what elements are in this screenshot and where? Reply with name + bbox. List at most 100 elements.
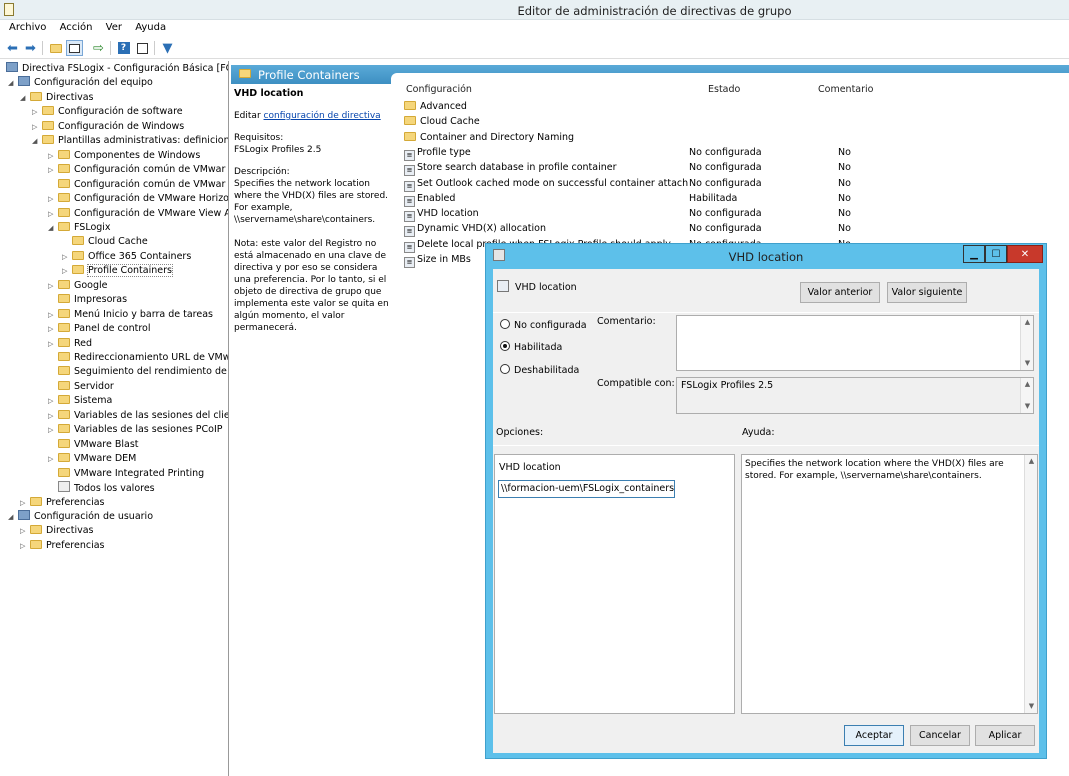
vhd-location-input[interactable]: \\formacion-uem\FSLogix_containers (498, 480, 675, 498)
expand-arrow-icon[interactable]: ▷ (62, 250, 70, 264)
tree-item[interactable]: ▷ Red (48, 337, 92, 351)
tree-item[interactable]: Directiva FSLogix - Configuración Básica… (6, 62, 228, 76)
expand-arrow-icon[interactable]: ▷ (20, 496, 28, 510)
tree-item[interactable]: ▷ VMware DEM (48, 452, 136, 466)
menu-archivo[interactable]: Archivo (4, 20, 51, 35)
tree-item[interactable]: ◢ FSLogix (48, 221, 111, 235)
show-hide-tree-icon[interactable] (66, 40, 83, 56)
tree-item[interactable]: VMware Blast (58, 438, 139, 452)
ok-button[interactable]: Aceptar (844, 725, 904, 746)
tree-item[interactable]: Configuración común de VMwar (58, 178, 225, 192)
tree-item[interactable]: ▷ Configuración de VMware View A (48, 207, 228, 221)
list-item[interactable]: ≡ Store search database in profile contai… (404, 160, 851, 177)
menu-accion[interactable]: Acción (55, 20, 98, 35)
tree-item[interactable]: ◢ Directivas (20, 91, 93, 105)
list-item[interactable]: ≡ Dynamic VHD(X) allocation No configurada… (404, 221, 851, 238)
tree-item[interactable]: ▷ Directivas (20, 524, 93, 538)
expand-arrow-icon[interactable]: ▷ (48, 192, 56, 206)
expand-arrow-icon[interactable]: ▷ (32, 105, 40, 119)
forward-icon[interactable]: ➡ (22, 40, 39, 56)
expand-arrow-icon[interactable]: ▷ (48, 423, 56, 437)
tree-item[interactable]: ▷ Configuración común de VMwar (48, 163, 225, 177)
menu-ayuda[interactable]: Ayuda (130, 20, 171, 35)
expand-arrow-icon[interactable]: ▷ (20, 539, 28, 553)
minimize-button[interactable]: ▁ (963, 245, 985, 263)
tree-item[interactable]: Seguimiento del rendimiento de V (58, 365, 228, 379)
expand-arrow-icon[interactable]: ▷ (48, 394, 56, 408)
collapse-arrow-icon[interactable]: ◢ (20, 91, 28, 105)
tree-item[interactable]: Todos los valores (58, 481, 155, 495)
expand-arrow-icon[interactable]: ▷ (48, 409, 56, 423)
up-folder-icon[interactable] (47, 40, 64, 56)
export-list-icon[interactable]: ⇨ (90, 40, 107, 56)
expand-arrow-icon[interactable]: ▷ (48, 163, 56, 177)
tree-item[interactable]: VMware Integrated Printing (58, 467, 204, 481)
collapse-arrow-icon[interactable]: ◢ (48, 221, 56, 235)
properties-icon[interactable] (134, 40, 151, 56)
list-item[interactable]: ≡ Size in MBs (404, 252, 471, 268)
tree-item[interactable]: ◢ Plantillas administrativas: definicione (32, 134, 228, 148)
tree-item[interactable]: ▷ Office 365 Containers (62, 250, 191, 264)
expand-arrow-icon[interactable]: ▷ (62, 264, 70, 278)
tree-item[interactable]: ▷ Configuración de software (32, 105, 183, 119)
list-item[interactable]: Container and Directory Naming (404, 130, 574, 145)
apply-button[interactable]: Aplicar (975, 725, 1035, 746)
radio-disabled[interactable]: Deshabilitada (500, 364, 579, 376)
tree-item[interactable]: ▷ Google (48, 279, 108, 293)
list-item[interactable]: ≡ Set Outlook cached mode on successful c… (404, 176, 851, 192)
tree-item[interactable]: ▷ Configuración de VMware Horizo (48, 192, 228, 206)
back-icon[interactable]: ⬅ (4, 40, 21, 56)
expand-arrow-icon[interactable]: ▷ (20, 524, 28, 538)
tree-item[interactable]: Impresoras (58, 293, 127, 307)
comment-textarea[interactable]: ▲ ▼ (676, 315, 1034, 371)
collapse-arrow-icon[interactable]: ◢ (8, 510, 16, 524)
tree-item[interactable]: ▷ Sistema (48, 394, 112, 408)
tree-item[interactable]: ◢ Configuración del equipo (8, 76, 153, 90)
maximize-button[interactable]: ☐ (985, 245, 1007, 263)
collapse-arrow-icon[interactable]: ◢ (32, 134, 40, 148)
expand-arrow-icon[interactable]: ▷ (32, 120, 40, 134)
tree-item[interactable]: ▷ Variables de las sesiones del client (48, 409, 228, 423)
list-item[interactable]: ≡ Profile type No configurada No (404, 145, 851, 161)
column-state[interactable]: Estado (708, 84, 740, 98)
edit-prefix: Editar (234, 111, 261, 121)
tree-item[interactable]: Servidor (58, 380, 114, 394)
expand-arrow-icon[interactable]: ▷ (48, 279, 56, 293)
tree-item[interactable]: ▷ Preferencias (20, 496, 105, 510)
tree-item[interactable]: ▷ Configuración de Windows (32, 120, 184, 134)
tree-item[interactable]: Redireccionamiento URL de VMw (58, 351, 228, 365)
expand-arrow-icon[interactable]: ▷ (48, 308, 56, 322)
tree-item[interactable]: ▷ Profile Containers (62, 264, 173, 278)
expand-arrow-icon[interactable]: ▷ (48, 452, 56, 466)
expand-arrow-icon[interactable]: ▷ (48, 207, 56, 221)
tree-item[interactable]: ◢ Configuración de usuario (8, 509, 153, 524)
expand-arrow-icon[interactable]: ▷ (48, 337, 56, 351)
list-item[interactable]: ≡ VHD location No configurada No (404, 206, 851, 223)
list-item[interactable]: Advanced (404, 99, 467, 114)
list-item[interactable]: Cloud Cache (404, 114, 480, 129)
expand-arrow-icon[interactable]: ▷ (48, 149, 56, 163)
folder-icon (58, 221, 70, 231)
previous-setting-button[interactable]: Valor anterior (800, 282, 880, 303)
column-comment[interactable]: Comentario (818, 84, 873, 98)
expand-arrow-icon[interactable]: ▷ (48, 322, 56, 336)
tree-item[interactable]: ▷ Componentes de Windows (48, 149, 200, 163)
edit-policy-link[interactable]: configuración de directiva (264, 111, 381, 121)
help-icon[interactable]: ? (115, 40, 132, 56)
tree-item[interactable]: ▷ Preferencias (20, 539, 105, 553)
radio-not-configured[interactable]: No configurada (500, 319, 587, 331)
tree-item[interactable]: ▷ Menú Inicio y barra de tareas (48, 308, 213, 322)
tree-item-label: Configuración de software (58, 106, 183, 118)
collapse-arrow-icon[interactable]: ◢ (8, 76, 16, 90)
next-setting-button[interactable]: Valor siguiente (887, 282, 967, 303)
radio-enabled[interactable]: Habilitada (500, 341, 562, 353)
column-setting[interactable]: Configuración (406, 84, 472, 98)
cancel-button[interactable]: Cancelar (910, 725, 970, 746)
menu-ver[interactable]: Ver (101, 20, 127, 35)
close-button[interactable]: ✕ (1007, 245, 1043, 263)
filter-icon[interactable]: ▼ (159, 40, 176, 56)
tree-item[interactable]: ▷ Panel de control (48, 322, 150, 336)
list-item[interactable]: ≡ Enabled Habilitada No (404, 191, 851, 207)
tree-item[interactable]: Cloud Cache (72, 235, 148, 249)
tree-item[interactable]: ▷ Variables de las sesiones PCoIP (48, 423, 223, 437)
